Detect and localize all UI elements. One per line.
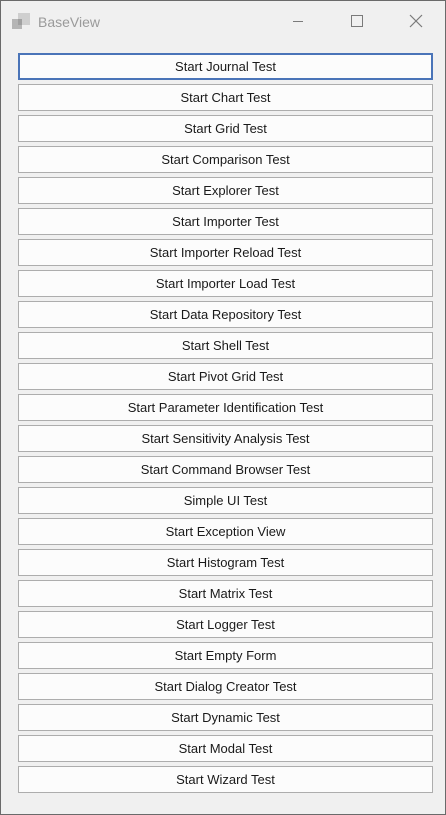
start-dialog-creator-test-button[interactable]: Start Dialog Creator Test	[18, 673, 433, 700]
start-modal-test-button[interactable]: Start Modal Test	[18, 735, 433, 762]
title-bar[interactable]: BaseView	[1, 1, 445, 41]
close-icon	[409, 14, 423, 28]
start-histogram-test-button[interactable]: Start Histogram Test	[18, 549, 433, 576]
close-button[interactable]	[387, 1, 445, 41]
start-dynamic-test-button[interactable]: Start Dynamic Test	[18, 704, 433, 731]
maximize-button[interactable]	[328, 1, 386, 41]
start-command-browser-test-button[interactable]: Start Command Browser Test	[18, 456, 433, 483]
maximize-icon	[351, 15, 363, 27]
start-logger-test-button[interactable]: Start Logger Test	[18, 611, 433, 638]
simple-ui-test-button[interactable]: Simple UI Test	[18, 487, 433, 514]
start-sensitivity-analysis-test-button[interactable]: Start Sensitivity Analysis Test	[18, 425, 433, 452]
window-title: BaseView	[38, 14, 101, 30]
start-grid-test-button[interactable]: Start Grid Test	[18, 115, 433, 142]
start-explorer-test-button[interactable]: Start Explorer Test	[18, 177, 433, 204]
start-importer-load-test-button[interactable]: Start Importer Load Test	[18, 270, 433, 297]
minimize-button[interactable]	[269, 1, 327, 41]
start-importer-reload-test-button[interactable]: Start Importer Reload Test	[18, 239, 433, 266]
start-comparison-test-button[interactable]: Start Comparison Test	[18, 146, 433, 173]
start-chart-test-button[interactable]: Start Chart Test	[18, 84, 433, 111]
start-matrix-test-button[interactable]: Start Matrix Test	[18, 580, 433, 607]
start-parameter-identification-test-button[interactable]: Start Parameter Identification Test	[18, 394, 433, 421]
start-pivot-grid-test-button[interactable]: Start Pivot Grid Test	[18, 363, 433, 390]
start-importer-test-button[interactable]: Start Importer Test	[18, 208, 433, 235]
start-journal-test-button[interactable]: Start Journal Test	[18, 53, 433, 80]
start-wizard-test-button[interactable]: Start Wizard Test	[18, 766, 433, 793]
start-exception-view-button[interactable]: Start Exception View	[18, 518, 433, 545]
start-empty-form-button[interactable]: Start Empty Form	[18, 642, 433, 669]
start-data-repository-test-button[interactable]: Start Data Repository Test	[18, 301, 433, 328]
start-shell-test-button[interactable]: Start Shell Test	[18, 332, 433, 359]
test-button-list: Start Journal Test Start Chart Test Star…	[18, 53, 433, 797]
app-logo-icon	[12, 13, 30, 29]
base-view-window: BaseView Start Journal Test Start Chart …	[0, 0, 446, 815]
minimize-icon	[293, 21, 303, 22]
